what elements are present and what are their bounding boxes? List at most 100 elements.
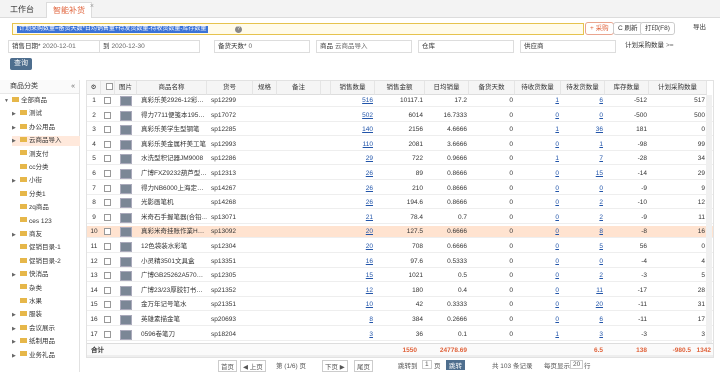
next-page-button[interactable]: 下页 ▶ [322, 360, 348, 372]
table-row[interactable]: 13 广博GB25262A570… sp12305 15 1021 0.5 0 0 2 -3 5 [87, 270, 713, 283]
to-ship-link[interactable]: 8 [561, 226, 605, 238]
plan-qty-field[interactable]: 计划采购数量 >= [622, 40, 716, 53]
sales-qty-link[interactable]: 26 [331, 183, 375, 195]
column-header-plan[interactable]: 计划采购数量 [649, 81, 707, 95]
tree-node[interactable]: ▶ 会议展示 [12, 324, 80, 334]
table-row[interactable]: 9 米奇石手握笔器(合铅… sp13071 21 78.4 0.7 0 0 2 -9 11 [87, 212, 713, 224]
close-icon[interactable]: × [90, 0, 94, 14]
column-header-name[interactable]: 商品名称 [137, 81, 207, 95]
table-row[interactable]: 10 真彩米奇挂账作業H… sp13092 20 127.5 0.6666 0 0 8 -8 16 [87, 226, 713, 239]
to-receive-link[interactable]: 0 [515, 197, 561, 209]
column-header-remark[interactable]: 备注 [277, 81, 321, 95]
row-checkbox[interactable] [104, 243, 111, 250]
row-checkbox[interactable] [104, 330, 111, 338]
tree-node[interactable]: ▶ 纸制用品 [12, 337, 80, 347]
tree-node[interactable]: ▶ 商友 [12, 230, 80, 240]
table-row[interactable]: 14 广博23/23厚胶钉书… sp21352 12 180 0.4 0 0 11 -17 28 [87, 285, 713, 297]
table-row[interactable]: 1 真彩乐美2926-12彩… sp12299 516 10117.1 17.2 0 1 6 -5… [87, 95, 713, 107]
to-receive-link[interactable]: 0 [515, 226, 561, 238]
tree-node[interactable]: 杂类 [12, 284, 80, 294]
row-checkbox[interactable] [104, 272, 111, 280]
row-checkbox[interactable] [104, 213, 111, 221]
help-icon[interactable]: ? [235, 26, 242, 33]
to-ship-link[interactable]: 20 [561, 299, 605, 311]
row-checkbox[interactable] [104, 111, 111, 119]
sales-qty-link[interactable]: 12 [331, 285, 375, 297]
vertical-scrollbar[interactable] [706, 95, 712, 343]
tree-node[interactable]: 测支付 [12, 150, 80, 160]
tree-node[interactable]: 分类1 [12, 190, 80, 200]
expand-arrow-icon[interactable]: ▶ [12, 337, 18, 347]
to-ship-link[interactable]: 2 [561, 270, 605, 282]
row-checkbox[interactable] [104, 170, 111, 177]
stock-days-field[interactable]: 备货天数* 0 [214, 40, 310, 53]
horizontal-scrollbar[interactable] [87, 355, 713, 357]
purchase-button[interactable]: + 采购 [585, 22, 614, 35]
tree-node[interactable]: 促销目录-1 [12, 243, 80, 253]
tree-node[interactable]: ces 123 [12, 217, 80, 227]
tree-node[interactable]: 促销目录-2 [12, 257, 80, 267]
to-receive-link[interactable]: 0 [515, 183, 561, 195]
row-checkbox[interactable] [104, 316, 111, 323]
sales-qty-link[interactable]: 26 [331, 197, 375, 209]
expand-arrow-icon[interactable]: ▼ [4, 96, 10, 106]
to-receive-link[interactable]: 0 [515, 256, 561, 268]
table-row[interactable]: 11 12色袋装水彩笔 sp12304 20 708 0.6666 0 0 5 56 0 [87, 241, 713, 253]
table-row[interactable]: 5 水洗型积记器JM9008 sp12286 29 722 0.9666 0 1 7 -28 34 [87, 153, 713, 166]
to-receive-link[interactable]: 1 [515, 329, 561, 341]
to-ship-link[interactable]: 0 [561, 256, 605, 268]
expand-arrow-icon[interactable]: ▶ [12, 136, 18, 146]
export-button[interactable]: 导出 [689, 22, 710, 35]
tree-node[interactable]: cc分类 [12, 163, 80, 173]
row-checkbox[interactable] [104, 97, 111, 104]
to-ship-link[interactable]: 11 [561, 285, 605, 297]
to-ship-link[interactable]: 15 [561, 168, 605, 180]
tree-node[interactable]: ▶ 小街 [12, 176, 80, 186]
tab-smart-replenish[interactable]: 智能补货 × [46, 0, 94, 18]
table-row[interactable]: 2 得力7711便笺本195… sp17072 502 6014 16.7333 0 0 0 -5… [87, 110, 713, 122]
table-row[interactable]: 15 金万年记号笔水 sp21351 10 42 0.3333 0 0 20 -11 31 [87, 299, 713, 312]
table-row[interactable]: 8 光影画笔机 sp14268 26 194.6 0.8666 0 0 2 -10 12 [87, 197, 713, 210]
column-header-sku[interactable]: 货号 [207, 81, 253, 95]
to-receive-link[interactable]: 0 [515, 139, 561, 151]
tree-node[interactable]: zq商品 [12, 203, 80, 213]
table-row[interactable]: 7 得力NB6000上海定… sp14267 26 210 0.8666 0 0 0 -9 9 [87, 183, 713, 195]
to-ship-link[interactable]: 2 [561, 212, 605, 224]
to-ship-link[interactable]: 0 [561, 110, 605, 122]
sales-qty-link[interactable]: 502 [331, 110, 375, 122]
row-checkbox[interactable] [104, 184, 111, 192]
to-receive-link[interactable]: 1 [515, 124, 561, 136]
to-receive-link[interactable]: 0 [515, 270, 561, 282]
table-row[interactable]: 12 小灵精3501文具盒 sp13351 16 97.6 0.5333 0 0 0 -4 4 [87, 256, 713, 268]
plan-qty-operator[interactable]: >= [666, 42, 674, 49]
expand-arrow-icon[interactable]: ▶ [12, 176, 18, 186]
row-checkbox[interactable] [104, 257, 111, 265]
row-checkbox[interactable] [104, 199, 111, 207]
goto-button[interactable]: 跳转 [446, 360, 465, 370]
sales-date-from-field[interactable]: 销售日期* 2020-12-01 [8, 40, 100, 53]
tab-workbench[interactable]: 工作台 [4, 2, 40, 18]
expand-arrow-icon[interactable]: ▶ [12, 310, 18, 320]
row-checkbox[interactable] [104, 286, 111, 294]
to-receive-link[interactable]: 0 [515, 110, 561, 122]
sales-qty-link[interactable]: 21 [331, 212, 375, 224]
to-ship-link[interactable]: 5 [561, 241, 605, 253]
sales-qty-link[interactable]: 3 [331, 329, 375, 341]
table-row[interactable]: 4 真彩乐美金属杆美工笔 sp12993 110 2081 3.6666 0 0 1 -98 99 [87, 139, 713, 151]
tree-node[interactable]: ▶ 测试 [12, 109, 80, 119]
table-row[interactable]: 6 广博FXZ9232葫芦型… sp12313 26 89 0.8666 0 0 15 -14 29 [87, 168, 713, 180]
column-header-daily[interactable]: 日均销量 [425, 81, 469, 95]
tree-node[interactable]: ▶ 服装 [12, 310, 80, 320]
column-header-blank[interactable] [321, 81, 331, 95]
column-header-stockdays[interactable]: 备货天数 [469, 81, 515, 95]
print-button[interactable]: 打印(F8) [640, 22, 675, 35]
tree-node[interactable]: 水果 [12, 297, 80, 307]
expand-arrow-icon[interactable]: ▶ [12, 324, 18, 334]
to-receive-link[interactable]: 1 [515, 95, 561, 107]
table-row[interactable]: 17 0596卷笔刀 sp18204 3 36 0.1 0 1 3 -3 3 [87, 329, 713, 341]
sales-qty-link[interactable]: 16 [331, 256, 375, 268]
tree-node[interactable]: ▼ 全部商品 [4, 96, 80, 106]
sales-qty-link[interactable]: 26 [331, 168, 375, 180]
table-row[interactable]: 3 真彩乐美学生型钢笔 sp12285 140 2156 4.6666 0 1 36 181 0 [87, 124, 713, 137]
expand-arrow-icon[interactable]: ▶ [12, 123, 18, 133]
